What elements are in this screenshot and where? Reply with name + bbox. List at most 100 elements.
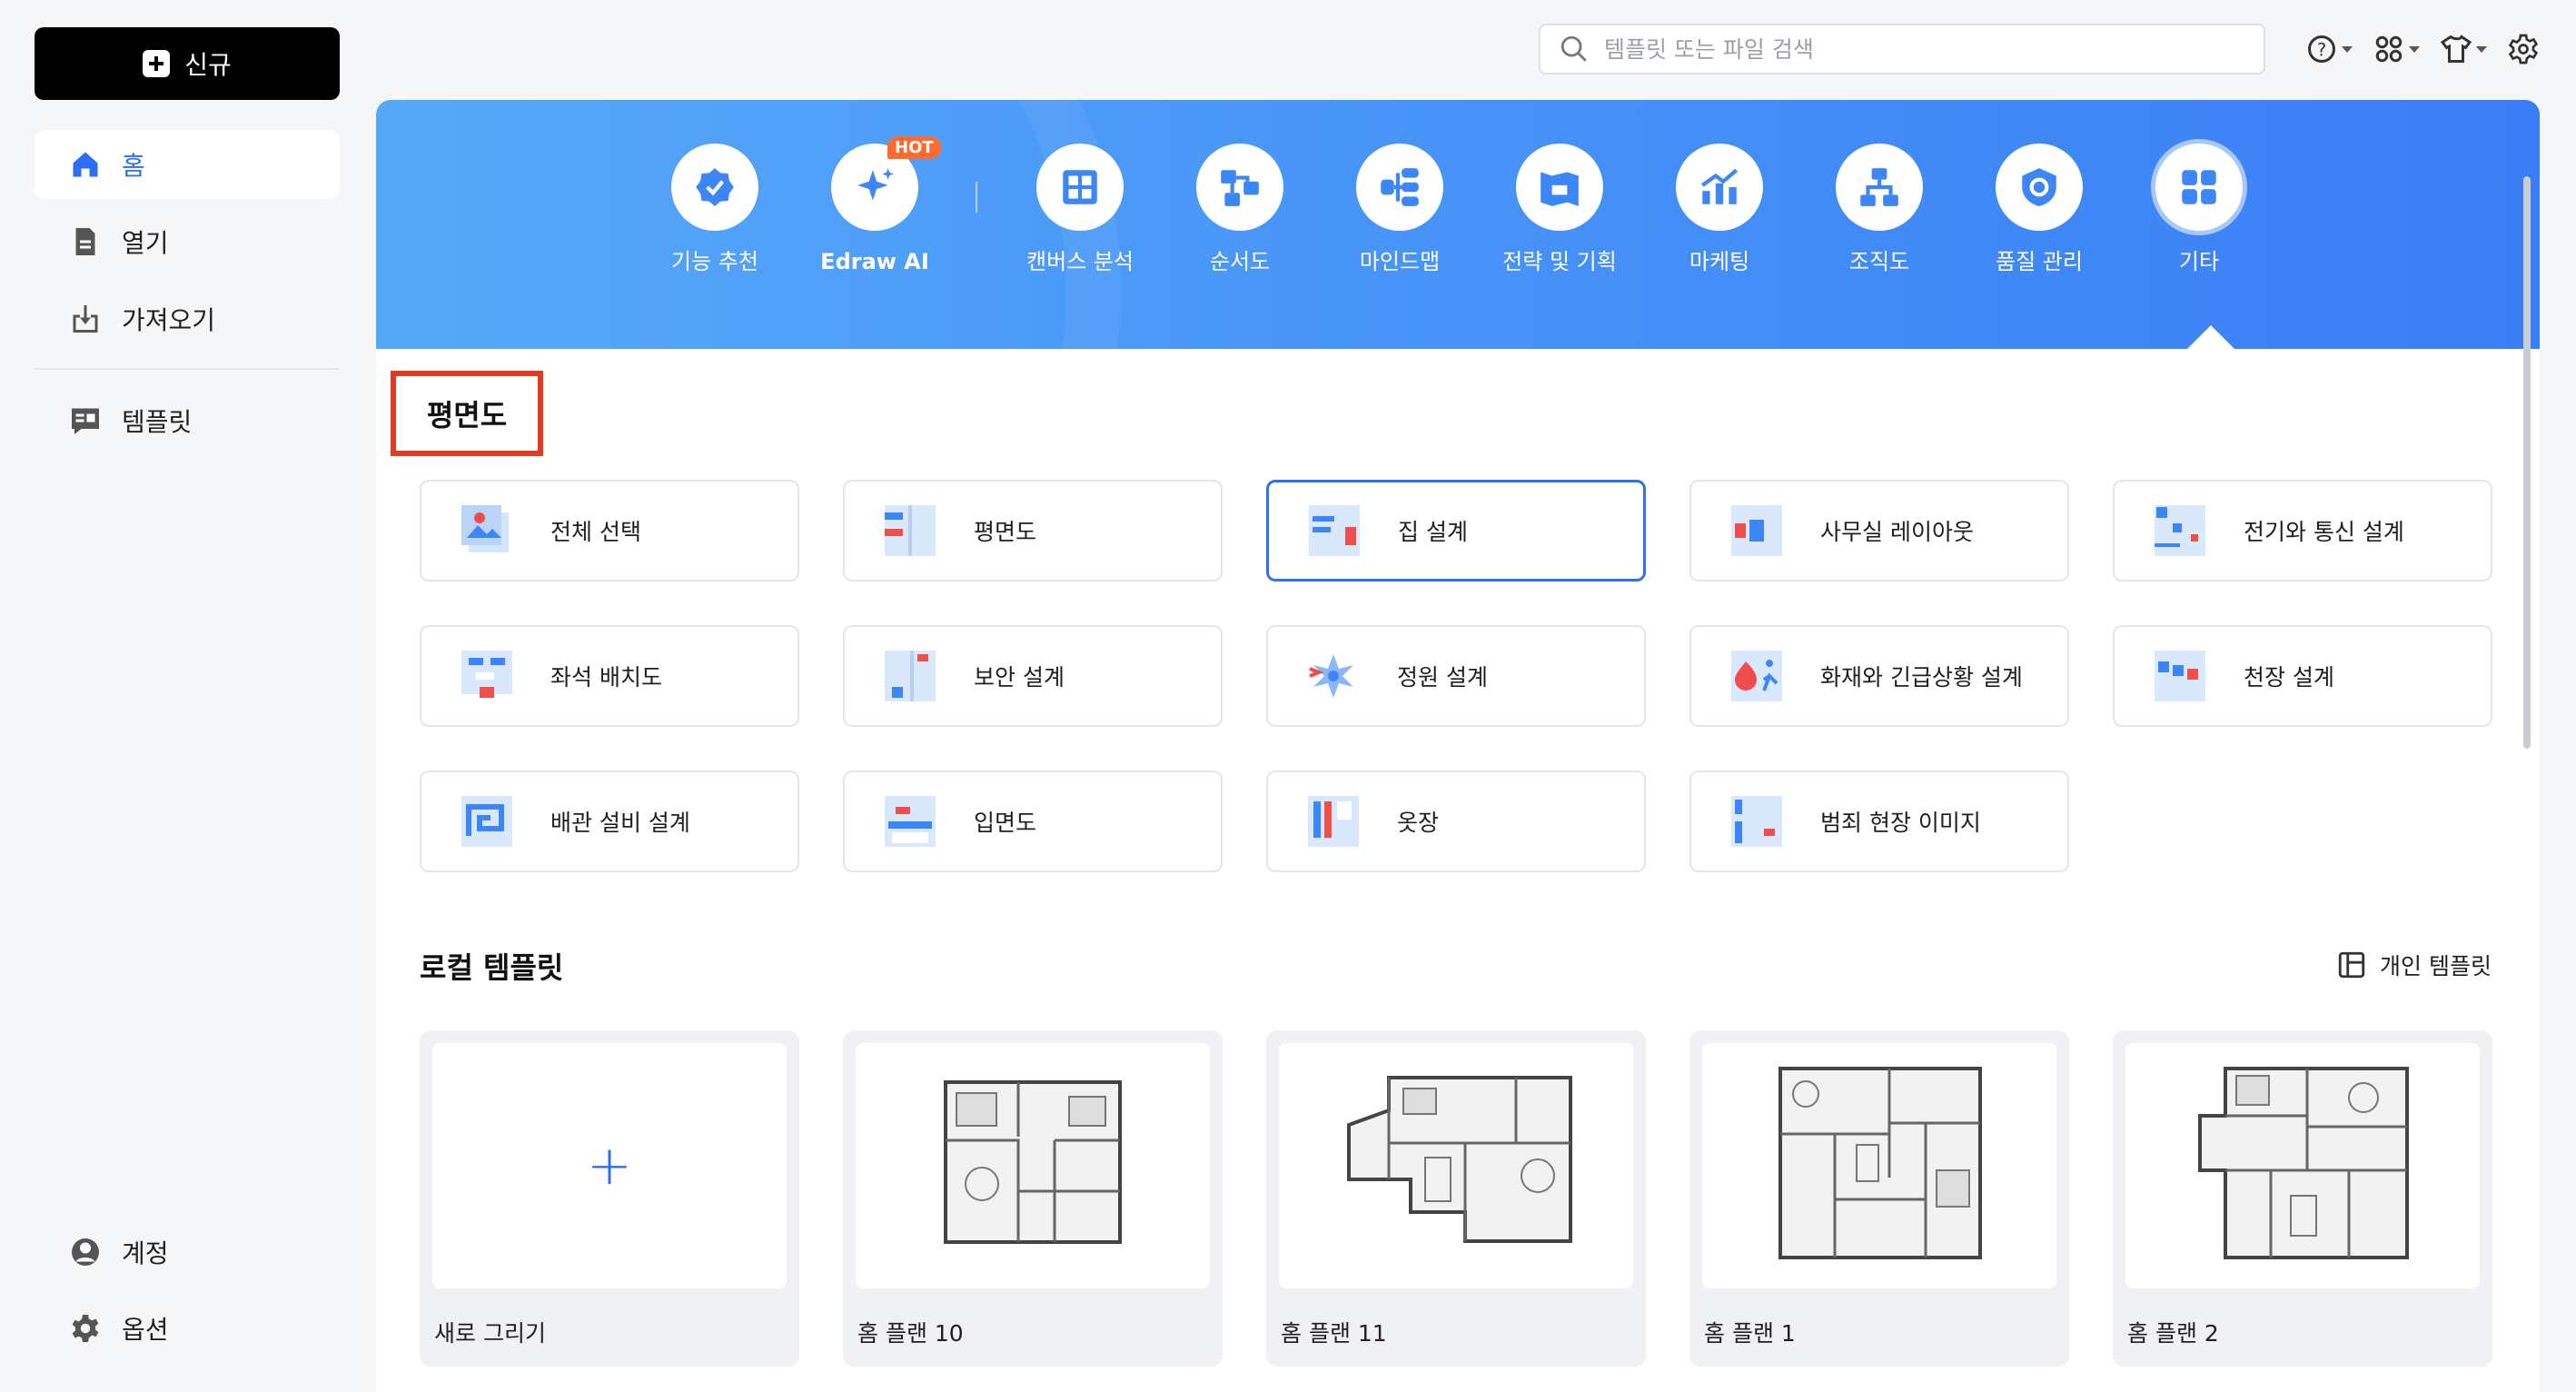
template-tile-label: 범죄 현장 이미지: [1820, 810, 1981, 836]
apps-button[interactable]: [2373, 31, 2420, 67]
layout-icon: [2338, 951, 2365, 979]
template-tile-all[interactable]: 전체 선택: [420, 480, 799, 582]
sidebar-item-label: 계정: [122, 1238, 169, 1268]
settings-button[interactable]: [2507, 31, 2540, 67]
category-label: 기능 추천: [671, 249, 758, 274]
search-box[interactable]: [1539, 24, 2265, 75]
category-label: 조직도: [1848, 249, 1910, 274]
settings-icon: [2508, 34, 2539, 65]
scrollbar[interactable]: [2523, 176, 2531, 749]
plus-square-icon: [143, 50, 171, 77]
template-tile-label: 집 설계: [1398, 519, 1468, 545]
template-tile-label: 전기와 통신 설계: [2244, 519, 2404, 545]
ceiling-icon: [2155, 651, 2205, 701]
sidebar-item-label: 옵션: [122, 1315, 169, 1345]
category-canvas[interactable]: 캔버스 분석: [989, 144, 1171, 276]
card-label: 홈 플랜 1: [1704, 1320, 1796, 1347]
template-tile-plumbing[interactable]: 배관 설비 설계: [420, 771, 799, 872]
template-card[interactable]: 홈 플랜 2: [2113, 1030, 2492, 1367]
card-label: 새로 그리기: [434, 1320, 546, 1347]
plumbing-icon: [461, 796, 512, 847]
template-tile-floorplan[interactable]: 평면도: [843, 480, 1223, 582]
category-label: Edraw AI: [820, 249, 929, 274]
import-icon: [73, 305, 98, 333]
new-button[interactable]: 신규: [35, 27, 340, 100]
template-card[interactable]: 홈 플랜 10: [843, 1030, 1223, 1367]
grid-icon: [2182, 170, 2216, 204]
template-tile-seating[interactable]: 좌석 배치도: [420, 625, 799, 727]
card-label: 홈 플랜 11: [1281, 1320, 1387, 1347]
category-label: 마인드맵: [1359, 249, 1441, 274]
local-templates-title: 로컬 템플릿: [420, 950, 564, 985]
template-tile-garden[interactable]: 정원 설계: [1266, 625, 1646, 727]
theme-icon: [2440, 35, 2472, 63]
floorplan-thumbnail-icon: [2198, 1067, 2409, 1259]
help-button[interactable]: ?: [2305, 31, 2353, 67]
recommend-icon: [696, 168, 734, 206]
template-tile-crime-scene[interactable]: 범죄 현장 이미지: [1689, 771, 2069, 872]
template-tile-ceiling[interactable]: 천장 설계: [2113, 625, 2492, 727]
card-label: 홈 플랜 2: [2127, 1320, 2219, 1347]
category-mindmap[interactable]: 마인드맵: [1309, 144, 1491, 276]
sidebar-item-templates[interactable]: 템플릿: [35, 386, 340, 455]
mindmap-icon: [1381, 168, 1419, 206]
new-drawing-card[interactable]: + 새로 그리기: [420, 1030, 799, 1367]
sidebar-item-account[interactable]: 계정: [35, 1218, 340, 1287]
personal-templates-link[interactable]: 개인 템플릿: [2336, 949, 2492, 981]
category-quality[interactable]: 품질 관리: [1948, 144, 2130, 276]
category-label: 기타: [2178, 249, 2220, 274]
template-tile-label: 천장 설계: [2244, 664, 2334, 691]
template-icon: [72, 408, 99, 434]
category-banner: 기능 추천 HOT Edraw AI 캔버스 분석 순서도 마인드맵 전략 및 …: [376, 100, 2540, 349]
template-tile-wardrobe[interactable]: 옷장: [1266, 771, 1646, 872]
sidebar-item-import[interactable]: 가져오기: [35, 284, 340, 353]
category-orgchart[interactable]: 조직도: [1788, 144, 1970, 276]
category-flowchart[interactable]: 순서도: [1149, 144, 1331, 276]
image-gallery-icon: [461, 505, 509, 552]
orgchart-icon: [1860, 168, 1898, 206]
template-tile-label: 화재와 긴급상황 설계: [1820, 664, 2023, 691]
template-tile-label: 입면도: [974, 810, 1037, 836]
template-card[interactable]: 홈 플랜 1: [1689, 1030, 2069, 1367]
category-label: 전략 및 기획: [1502, 249, 1617, 274]
account-icon: [72, 1238, 99, 1266]
category-edraw-ai[interactable]: HOT Edraw AI: [784, 136, 966, 276]
theme-button[interactable]: [2440, 31, 2487, 67]
chevron-down-icon: [2409, 45, 2420, 53]
category-strategy[interactable]: 전략 및 기획: [1469, 144, 1650, 276]
template-tile-security[interactable]: 보안 설계: [843, 625, 1223, 727]
gear-icon: [72, 1315, 99, 1342]
electrical-icon: [2155, 505, 2205, 556]
sidebar-item-label: 열기: [122, 228, 169, 258]
template-tile-elevation[interactable]: 입면도: [843, 771, 1223, 872]
flowchart-icon: [1221, 170, 1259, 206]
sidebar-item-options[interactable]: 옵션: [35, 1294, 340, 1363]
sidebar-item-open[interactable]: 열기: [35, 207, 340, 276]
template-tile-label: 옷장: [1397, 810, 1440, 836]
security-icon: [885, 651, 936, 701]
category-label: 품질 관리: [1996, 249, 2083, 274]
sidebar-item-home[interactable]: 홈: [35, 130, 340, 199]
crime-scene-icon: [1731, 796, 1782, 847]
template-card[interactable]: 홈 플랜 11: [1266, 1030, 1646, 1367]
category-other[interactable]: 기타: [2108, 144, 2290, 276]
floorplan-icon: [885, 505, 936, 556]
main-panel: 기능 추천 HOT Edraw AI 캔버스 분석 순서도 마인드맵 전략 및 …: [376, 100, 2540, 1392]
category-marketing[interactable]: 마케팅: [1629, 144, 1810, 276]
category-recommend[interactable]: 기능 추천: [624, 144, 806, 276]
template-tile-office[interactable]: 사무실 레이아웃: [1689, 480, 2069, 582]
search-input[interactable]: [1604, 35, 2222, 63]
template-tile-label: 보안 설계: [974, 664, 1065, 691]
floorplan-thumbnail-icon: [1778, 1067, 1982, 1259]
template-tile-label: 좌석 배치도: [550, 664, 662, 691]
section-title: 평면도: [391, 371, 543, 456]
sidebar-divider: [35, 368, 340, 370]
template-tile-label: 정원 설계: [1397, 664, 1488, 691]
chevron-down-icon: [2476, 45, 2487, 53]
seating-icon: [461, 651, 512, 698]
elevation-icon: [885, 796, 936, 847]
template-tile-house[interactable]: 집 설계: [1266, 480, 1646, 582]
template-tile-fire[interactable]: 화재와 긴급상황 설계: [1689, 625, 2069, 727]
template-tile-electrical[interactable]: 전기와 통신 설계: [2113, 480, 2492, 582]
marketing-icon: [1701, 168, 1739, 204]
